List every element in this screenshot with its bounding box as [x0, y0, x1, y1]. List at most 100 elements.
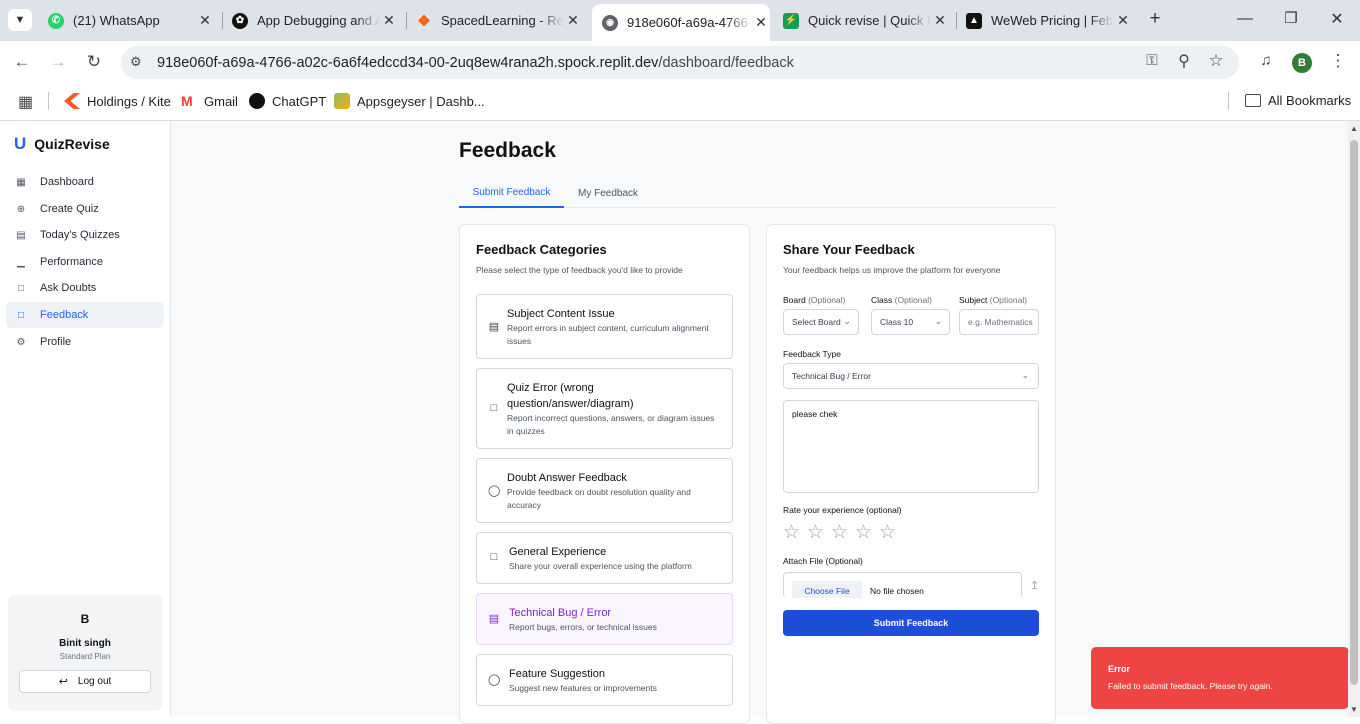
tab-search-button[interactable]: ▼ — [8, 9, 32, 31]
message-icon: □ — [490, 402, 498, 414]
attach-file-label: Attach File (Optional) — [783, 556, 863, 566]
feedback-type-select[interactable]: Technical Bug / Error ⌄ — [783, 363, 1039, 389]
category-general-experience[interactable]: □ General Experience Share your overall … — [476, 532, 733, 584]
chevron-down-icon: ⌄ — [843, 316, 851, 326]
browser-tab-strip: ▼ ✆ (21) WhatsApp ✕ ✿ App Debugging and … — [0, 0, 1360, 41]
more-menu-icon[interactable]: ⋮ — [1326, 51, 1350, 71]
chevron-down-icon: ⌄ — [934, 316, 942, 326]
category-feature-suggestion[interactable]: ◯ Feature Suggestion Suggest new feature… — [476, 654, 733, 706]
close-tab-icon[interactable]: ✕ — [564, 12, 582, 29]
category-quiz-error[interactable]: □ Quiz Error (wrong question/answer/diag… — [476, 368, 733, 449]
whatsapp-icon: ✆ — [48, 12, 64, 29]
lightbulb-icon: ◯ — [488, 674, 501, 686]
close-tab-icon[interactable]: ✕ — [380, 12, 398, 29]
tab-submit-feedback[interactable]: Submit Feedback — [459, 179, 564, 208]
url-path: /dashboard/feedback — [658, 55, 794, 71]
bookmark-chatgpt[interactable]: ChatGPT — [249, 93, 326, 109]
upload-icon: ↥ — [1030, 580, 1040, 592]
scroll-up-arrow-icon[interactable]: ▲ — [1350, 124, 1358, 133]
browser-tab-whatsapp[interactable]: ✆ (21) WhatsApp ✕ — [48, 6, 214, 35]
close-tab-icon[interactable]: ✕ — [752, 14, 770, 31]
sidebar-item-profile[interactable]: ⚙ Profile — [6, 329, 164, 355]
app-logo[interactable]: U QuizRevise — [14, 134, 110, 154]
bookmark-holdings-kite[interactable]: Holdings / Kite — [64, 93, 171, 109]
grid-icon: ▦ — [16, 176, 26, 188]
chevron-down-icon: ▼ — [14, 14, 26, 26]
browser-tab-app-debugging[interactable]: ✿ App Debugging and Analysis ✕ — [232, 6, 398, 35]
browser-tab-active[interactable]: ◉ 918e060f-a69a-4766-a02c ✕ — [592, 4, 770, 41]
new-tab-button[interactable]: + — [1144, 9, 1166, 31]
minimize-window-button[interactable]: — — [1234, 10, 1256, 28]
scroll-down-arrow-icon[interactable]: ▼ — [1350, 705, 1358, 714]
category-technical-bug-error[interactable]: ▤ Technical Bug / Error Report bugs, err… — [476, 593, 733, 645]
media-controls-icon[interactable]: ♫ — [1254, 52, 1278, 69]
sidebar-item-feedback[interactable]: □ Feedback — [6, 302, 164, 328]
chevron-down-icon: ⌄ — [1021, 370, 1029, 380]
sidebar-item-todays-quizzes[interactable]: ▤ Today's Quizzes — [6, 222, 164, 248]
class-label: Class (Optional) — [871, 295, 932, 305]
appsgeyser-icon — [334, 93, 350, 109]
back-arrow-icon[interactable]: ← — [10, 52, 34, 72]
sidebar-item-ask-doubts[interactable]: □ Ask Doubts — [6, 275, 164, 301]
category-subject-content-issue[interactable]: ▤ Subject Content Issue Report errors in… — [476, 294, 733, 359]
star-icon[interactable]: ☆ — [831, 521, 848, 544]
reload-icon[interactable]: ↻ — [82, 52, 106, 72]
close-window-button[interactable]: ✕ — [1326, 9, 1348, 29]
choose-file-button[interactable]: Choose File — [792, 581, 862, 598]
document-icon: ▤ — [488, 613, 500, 625]
page-scrollbar[interactable]: ▲ ▼ — [1348, 121, 1360, 717]
star-icon[interactable]: ☆ — [807, 521, 824, 544]
avatar: B — [80, 612, 90, 626]
subject-input[interactable]: e.g. Mathematics — [959, 309, 1039, 335]
message-square-icon: □ — [490, 551, 498, 563]
star-icon[interactable]: ☆ — [783, 521, 800, 544]
board-label: Board (Optional) — [783, 295, 846, 305]
app-page: U QuizRevise ▦ Dashboard ⊕ Create Quiz ▤ Tod… — [0, 121, 1360, 724]
sidebar: U QuizRevise ▦ Dashboard ⊕ Create Quiz ▤ Tod… — [0, 121, 171, 717]
tab-separator — [406, 12, 407, 29]
category-doubt-answer-feedback[interactable]: ◯ Doubt Answer Feedback Provide feedback… — [476, 458, 733, 523]
bookmark-appsgeyser[interactable]: Appsgeyser | Dashb... — [334, 93, 485, 109]
bookmark-gmail[interactable]: M Gmail — [181, 93, 238, 109]
star-icon[interactable]: ☆ — [855, 521, 872, 544]
profile-avatar[interactable]: B — [1292, 53, 1312, 73]
bookmark-star-icon[interactable]: ☆ — [1204, 51, 1228, 71]
kite-icon — [64, 93, 80, 109]
rating-label: Rate your experience (optional) — [783, 505, 902, 515]
feedback-type-label: Feedback Type — [783, 349, 841, 359]
board-select[interactable]: Select Board ⌄ — [783, 309, 859, 335]
message-icon: □ — [17, 282, 25, 294]
restore-window-button[interactable]: ❐ — [1280, 9, 1302, 27]
zoom-icon[interactable]: ⚲ — [1172, 51, 1196, 71]
apps-grid-icon[interactable]: ▦ — [18, 92, 33, 112]
close-tab-icon[interactable]: ✕ — [196, 12, 214, 29]
address-bar[interactable]: ⚙ 918e060f-a69a-4766-a02c-6a6f4edccd34-0… — [121, 46, 1239, 79]
browser-toolbar: ← → ↻ ⚙ 918e060f-a69a-4766-a02c-6a6f4edc… — [0, 41, 1360, 85]
sidebar-item-create-quiz[interactable]: ⊕ Create Quiz — [6, 196, 164, 222]
browser-tab-spacedlearning[interactable]: ❖ SpacedLearning - Replit ✕ — [416, 6, 582, 35]
tab-my-feedback[interactable]: My Feedback — [564, 179, 652, 208]
error-toast[interactable]: Error Failed to submit feedback. Please … — [1091, 647, 1349, 709]
sidebar-item-performance[interactable]: ▁ Performance — [6, 249, 164, 275]
submit-feedback-button[interactable]: Submit Feedback — [783, 610, 1039, 636]
categories-subtitle: Please select the type of feedback you'd… — [476, 265, 683, 275]
app-name: QuizRevise — [34, 136, 110, 152]
categories-heading: Feedback Categories — [476, 242, 607, 257]
site-info-icon[interactable]: ⚙ — [130, 54, 142, 70]
star-icon[interactable]: ☆ — [879, 521, 896, 544]
sidebar-item-dashboard[interactable]: ▦ Dashboard — [6, 169, 164, 195]
browser-tab-weweb[interactable]: ▲ WeWeb Pricing | February ✕ — [966, 6, 1132, 35]
forward-arrow-icon[interactable]: → — [46, 52, 70, 72]
logout-button[interactable]: ↩ Log out — [19, 670, 151, 693]
document-icon: ▤ — [488, 321, 500, 333]
user-name: Binit singh — [59, 638, 111, 649]
all-bookmarks-button[interactable]: All Bookmarks — [1245, 93, 1351, 108]
browser-tab-quick-revise[interactable]: ⚡ Quick revise | Quick Revise ✕ — [783, 6, 949, 35]
file-input[interactable]: Choose File No file chosen — [783, 572, 1022, 598]
close-tab-icon[interactable]: ✕ — [931, 12, 949, 29]
feedback-message-textarea[interactable]: please chek — [783, 400, 1039, 493]
password-key-icon[interactable]: ⚿ — [1140, 52, 1164, 69]
close-tab-icon[interactable]: ✕ — [1114, 12, 1132, 29]
class-select[interactable]: Class 10 ⌄ — [871, 309, 950, 335]
scrollbar-thumb[interactable] — [1350, 140, 1358, 685]
